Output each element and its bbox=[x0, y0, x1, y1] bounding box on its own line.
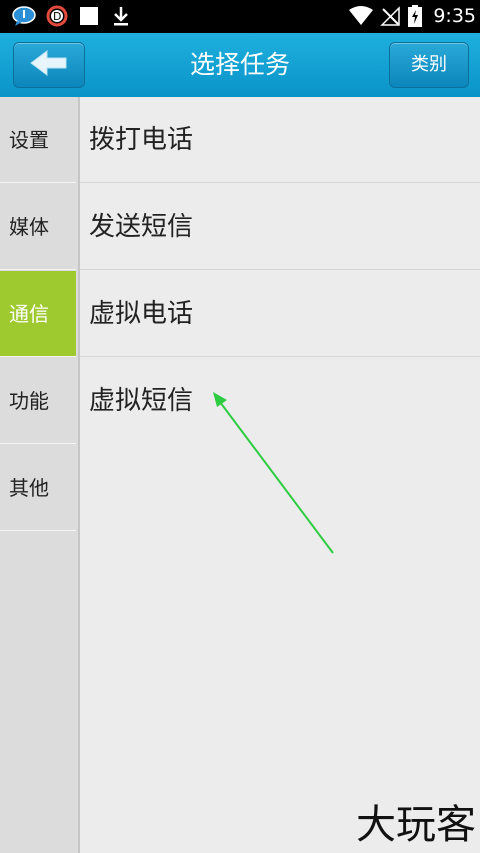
sidebar-item-media[interactable]: 媒体 bbox=[0, 184, 76, 270]
category-button[interactable]: 类别 bbox=[389, 42, 469, 88]
list-item[interactable]: 拨打电话 bbox=[80, 97, 480, 183]
battery-charging-icon bbox=[408, 5, 422, 27]
chat-bubble-icon bbox=[12, 5, 36, 27]
sidebar-item-other[interactable]: 其他 bbox=[0, 445, 76, 531]
status-bar: D 9:35 bbox=[0, 0, 480, 33]
list-item[interactable]: 发送短信 bbox=[80, 184, 480, 270]
svg-text:D: D bbox=[53, 10, 61, 23]
sidebar-item-settings[interactable]: 设置 bbox=[0, 97, 76, 183]
app-header: 选择任务 类别 bbox=[0, 33, 480, 98]
watermark-logo: 大玩客 bbox=[356, 802, 476, 848]
dropbox-d-icon: D bbox=[46, 5, 68, 27]
download-icon bbox=[110, 5, 132, 27]
category-sidebar: 设置 媒体 通信 功能 其他 bbox=[0, 97, 80, 853]
list-item[interactable]: 虚拟电话 bbox=[80, 271, 480, 357]
sidebar-item-communication[interactable]: 通信 bbox=[0, 271, 76, 357]
annotation-arrow-icon bbox=[213, 392, 334, 554]
sidebar-item-functions[interactable]: 功能 bbox=[0, 358, 76, 444]
back-button[interactable] bbox=[13, 42, 85, 88]
back-arrow-icon bbox=[29, 49, 69, 81]
wifi-icon bbox=[348, 5, 374, 27]
no-signal-icon bbox=[380, 5, 400, 27]
page-title: 选择任务 bbox=[189, 50, 290, 79]
clock: 9:35 bbox=[433, 5, 476, 27]
blank-notification-icon bbox=[78, 5, 100, 27]
